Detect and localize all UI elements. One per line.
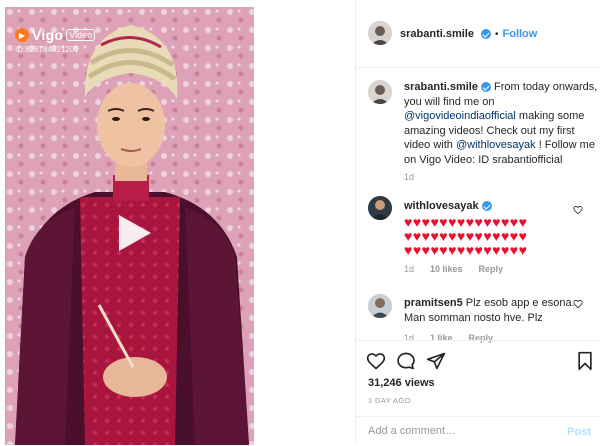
share-icon[interactable] (426, 351, 446, 371)
comment-item: pramitsen5 Plz esob app e esona. Man som… (404, 296, 576, 326)
reply-button[interactable]: Reply (479, 264, 504, 274)
avatar-image (368, 80, 392, 104)
author-username[interactable]: srabanti.smile (400, 28, 474, 40)
caption-avatar[interactable] (368, 80, 392, 104)
commenter-avatar[interactable] (368, 294, 392, 318)
verified-badge-icon (481, 201, 492, 212)
comment-hearts-line: ♥♥♥♥♥♥♥♥♥♥♥♥♥♥ (404, 242, 528, 258)
comment-hearts-line: ♥♥♥♥♥♥♥♥♥♥♥♥♥♥ (404, 214, 528, 230)
vigo-watermark: ▶ Vigo Video (15, 27, 96, 43)
add-comment-bar: Post (356, 416, 600, 446)
comment-hearts-line: ♥♥♥♥♥♥♥♥♥♥♥♥♥♥ (404, 228, 528, 244)
post-caption: srabanti.smile From today onwards, you w… (404, 80, 599, 167)
heart-icon[interactable] (366, 351, 386, 371)
caption-meta: 1d (404, 172, 414, 182)
caption-age: 1d (404, 172, 415, 182)
comment-meta: 1d 10 likes Reply (404, 264, 503, 274)
play-icon[interactable] (111, 211, 155, 255)
header-identity: srabanti.smile • Follow (400, 28, 537, 40)
caption-username[interactable]: srabanti.smile (404, 81, 478, 93)
avatar-image (368, 196, 392, 220)
author-avatar[interactable] (368, 21, 392, 45)
comment-likes[interactable]: 10 likes (430, 264, 463, 274)
post-date: 1 DAY AGO (368, 396, 411, 405)
like-comment-heart-icon[interactable] (573, 299, 583, 309)
like-comment-heart-icon[interactable] (573, 205, 583, 215)
post-header: srabanti.smile • Follow (356, 0, 600, 68)
comment-input[interactable] (366, 424, 550, 438)
verified-badge-icon (480, 82, 491, 93)
view-count[interactable]: 31,246 views (368, 377, 435, 389)
mention-link[interactable]: @withlovesayak (456, 139, 536, 151)
commenter-avatar[interactable] (368, 196, 392, 220)
follow-button[interactable]: Follow (503, 28, 538, 40)
post-comment-button[interactable]: Post (567, 426, 591, 438)
comment-username[interactable]: withlovesayak (404, 200, 479, 212)
comment-icon[interactable] (396, 351, 416, 371)
vigo-badge-text: Video (66, 29, 96, 41)
post-video[interactable]: ▶ Vigo Video ID:826784321201 (5, 7, 254, 445)
verified-badge-icon (480, 29, 491, 39)
comment-age: 1d (404, 264, 415, 274)
vigo-logo-icon: ▶ (15, 28, 29, 42)
instagram-post: ▶ Vigo Video ID:826784321201 srabanti.sm… (0, 0, 600, 445)
vigo-brand-text: Vigo (32, 27, 64, 43)
comment-username[interactable]: pramitsen5 (404, 297, 463, 309)
post-actions: 31,246 views 1 DAY AGO (356, 340, 600, 413)
comment-item: withlovesayak ♥♥♥♥♥♥♥♥♥♥♥♥♥♥ ♥♥♥♥♥♥♥♥♥♥♥… (404, 199, 579, 257)
mention-link[interactable]: @vigovideoindiaofficial (404, 110, 516, 122)
avatar-image (368, 294, 392, 318)
vigo-watermark-id: ID:826784321201 (15, 45, 79, 54)
header-separator: • (494, 28, 499, 40)
bookmark-icon[interactable] (576, 351, 594, 371)
post-sidebar: srabanti.smile • Follow srabanti.smile F… (355, 0, 600, 445)
avatar-image (368, 21, 392, 45)
